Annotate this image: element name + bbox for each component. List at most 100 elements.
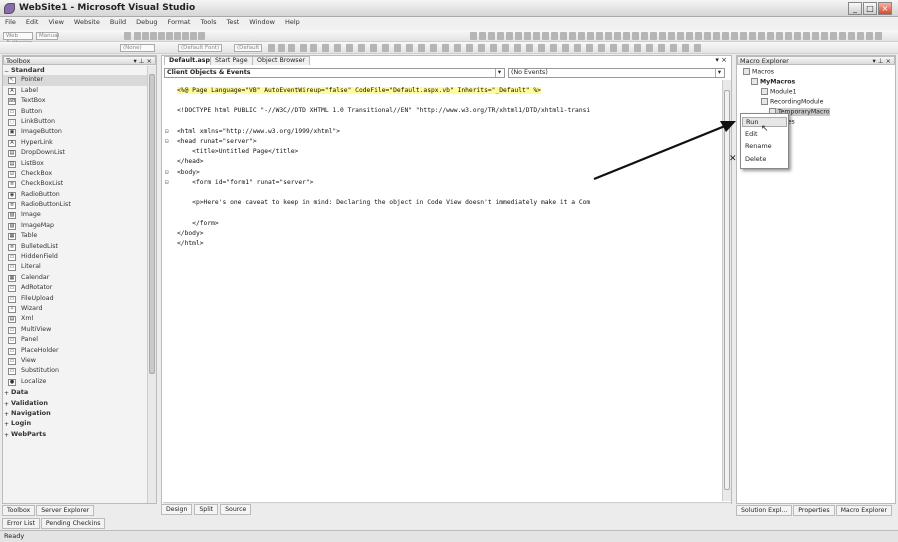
toolbox-section-login[interactable]: + Login xyxy=(3,418,156,428)
tree-node-macros[interactable]: Macros xyxy=(743,68,774,76)
toolbar-button-icon[interactable] xyxy=(866,32,873,40)
toolbar-button-icon[interactable] xyxy=(370,44,377,52)
toolbox-item-hiddenfield[interactable]: ▭ HiddenField xyxy=(3,252,156,262)
toolbar-button-icon[interactable] xyxy=(478,44,485,52)
toolbox-item-panel[interactable]: ▭ Panel xyxy=(3,335,156,345)
toolbar-button-icon[interactable] xyxy=(430,44,437,52)
toolbox-item-view[interactable]: ▭ View xyxy=(3,356,156,366)
toolbar-button-icon[interactable] xyxy=(142,32,149,40)
toolbar-button-icon[interactable] xyxy=(190,32,197,40)
toolbar-button-icon[interactable] xyxy=(198,32,205,40)
client-objects-combo[interactable]: Client Objects & Events ▾ xyxy=(164,68,505,78)
toolbox-section-webparts[interactable]: + WebParts xyxy=(3,429,156,439)
font-size-combo[interactable]: (Default xyxy=(234,44,262,52)
toolbar-button-icon[interactable] xyxy=(346,44,353,52)
menu-item-test[interactable]: Test xyxy=(221,17,244,26)
toolbar-button-icon[interactable] xyxy=(479,32,486,40)
view-source-tab[interactable]: Source xyxy=(220,504,252,515)
toolbar-button-icon[interactable] xyxy=(524,32,531,40)
toolbar-button-icon[interactable] xyxy=(857,32,864,40)
toolbox-item-hyperlink[interactable]: A HyperLink xyxy=(3,138,156,148)
tab-error-list[interactable]: Error List xyxy=(2,518,40,529)
toolbar-button-icon[interactable] xyxy=(150,32,157,40)
toolbar-button-icon[interactable] xyxy=(502,44,509,52)
tab-server-explorer[interactable]: Server Explorer xyxy=(36,505,95,516)
toolbar-button-icon[interactable] xyxy=(682,44,689,52)
toolbar-button-icon[interactable] xyxy=(610,44,617,52)
toolbar-button-icon[interactable] xyxy=(514,44,521,52)
toolbar-button-icon[interactable] xyxy=(466,44,473,52)
toolbox-item-substitution[interactable]: ▭ Substitution xyxy=(3,366,156,376)
toolbox-item-radiobuttonlist[interactable]: ≡ RadioButtonList xyxy=(3,200,156,210)
tree-node-mymacros[interactable]: MyMacros xyxy=(751,78,795,86)
toolbox-item-imagemap[interactable]: ▨ ImageMap xyxy=(3,221,156,231)
toolbar-button-icon[interactable] xyxy=(394,44,401,52)
toolbar-button-icon[interactable] xyxy=(488,32,495,40)
collapse-icon[interactable]: ⊟ xyxy=(165,179,169,186)
toolbox-item-fileupload[interactable]: ▭ FileUpload xyxy=(3,294,156,304)
toolbar-button-icon[interactable] xyxy=(515,32,522,40)
toolbar-button-icon[interactable] xyxy=(598,44,605,52)
maximize-button[interactable]: □ xyxy=(863,2,877,15)
toolbar-button-icon[interactable] xyxy=(310,44,317,52)
menu-item-window[interactable]: Window xyxy=(244,17,280,26)
chevron-down-icon[interactable]: ▾ xyxy=(495,69,503,77)
toolbox-item-literal[interactable]: ▭ Literal xyxy=(3,262,156,272)
toolbar-button-icon[interactable] xyxy=(670,44,677,52)
context-menu-edit[interactable]: Edit xyxy=(745,130,758,138)
toolbox-item-localize[interactable]: ● Localize xyxy=(3,377,156,387)
toolbar-button-icon[interactable] xyxy=(749,32,756,40)
toolbar-button-icon[interactable] xyxy=(794,32,801,40)
toolbar-button-icon[interactable] xyxy=(358,44,365,52)
toolbar-button-icon[interactable] xyxy=(288,44,295,52)
toolbar-button-icon[interactable] xyxy=(442,44,449,52)
toolbar-button-icon[interactable] xyxy=(875,32,882,40)
toolbar-button-icon[interactable] xyxy=(767,32,774,40)
toolbox-item-wizard[interactable]: ✧ Wizard xyxy=(3,304,156,314)
toolbox-item-pointer[interactable]: ↖ Pointer xyxy=(3,75,156,86)
font-combo[interactable]: (Default Font) xyxy=(178,44,222,52)
toolbar-button-icon[interactable] xyxy=(596,32,603,40)
toolbox-item-adrotator[interactable]: ▭ AdRotator xyxy=(3,283,156,293)
toolbar-button-icon[interactable] xyxy=(658,44,665,52)
toolbar-button-icon[interactable] xyxy=(538,44,545,52)
toolbar-button-icon[interactable] xyxy=(578,32,585,40)
toolbar-button-icon[interactable] xyxy=(182,32,189,40)
toolbar-button-icon[interactable] xyxy=(605,32,612,40)
toolbox-scrollbar[interactable] xyxy=(147,66,156,503)
toolbar-button-icon[interactable] xyxy=(550,44,557,52)
toolbox-item-listbox[interactable]: ▤ ListBox xyxy=(3,159,156,169)
toolbar-button-icon[interactable] xyxy=(526,44,533,52)
context-menu-delete[interactable]: Delete xyxy=(745,155,766,163)
target-combo[interactable]: Manual xyxy=(36,32,59,40)
block-format-combo[interactable]: (None) xyxy=(120,44,155,52)
toolbar-button-icon[interactable] xyxy=(278,44,285,52)
toolbar-button-icon[interactable] xyxy=(382,44,389,52)
chevron-down-icon[interactable]: ▾ xyxy=(715,69,723,77)
config-combo[interactable]: Web Authorize xyxy=(3,32,33,46)
tab-object-browser[interactable]: Object Browser xyxy=(252,56,311,65)
toolbar-button-icon[interactable] xyxy=(758,32,765,40)
tree-node-recordingmodule[interactable]: RecordingModule xyxy=(761,98,823,106)
macro-explorer-pin-controls[interactable]: ▾ ⊥ × xyxy=(872,57,891,65)
toolbox-item-radiobutton[interactable]: ◉ RadioButton xyxy=(3,190,156,200)
toolbar-button-icon[interactable] xyxy=(470,32,477,40)
toolbar-button-icon[interactable] xyxy=(646,44,653,52)
toolbar-button-icon[interactable] xyxy=(704,32,711,40)
toolbox-section-navigation[interactable]: + Navigation xyxy=(3,408,156,418)
tab-properties[interactable]: Properties xyxy=(793,505,835,516)
tab-solution-expl-[interactable]: Solution Expl... xyxy=(736,505,793,516)
toolbox-item-checkboxlist[interactable]: ≡ CheckBoxList xyxy=(3,179,156,189)
toolbar-button-icon[interactable] xyxy=(454,44,461,52)
toolbar-button-icon[interactable] xyxy=(418,44,425,52)
collapse-icon[interactable]: ⊟ xyxy=(165,138,169,145)
toolbar-button-icon[interactable] xyxy=(322,44,329,52)
toolbar-button-icon[interactable] xyxy=(803,32,810,40)
menu-item-website[interactable]: Website xyxy=(69,17,105,26)
toolbar-button-icon[interactable] xyxy=(623,32,630,40)
toolbar-button-icon[interactable] xyxy=(158,32,165,40)
menu-item-edit[interactable]: Edit xyxy=(21,17,44,26)
menu-item-build[interactable]: Build xyxy=(105,17,131,26)
toolbar-button-icon[interactable] xyxy=(542,32,549,40)
toolbar-button-icon[interactable] xyxy=(174,32,181,40)
